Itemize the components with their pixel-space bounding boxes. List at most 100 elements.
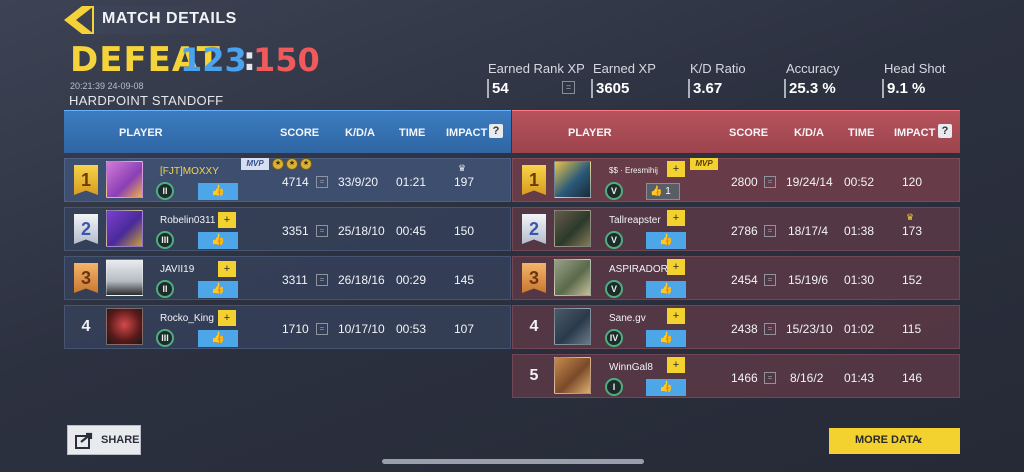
time-value: 01:30 — [844, 273, 875, 287]
rank-badge: 3 — [522, 263, 546, 293]
like-count: 1 — [665, 186, 671, 197]
avatar[interactable] — [554, 357, 591, 394]
impact-value: 120 — [902, 175, 923, 189]
home-indicator[interactable] — [382, 459, 644, 464]
like-button[interactable]: 👍 — [646, 232, 686, 249]
time-value: 01:02 — [844, 322, 875, 336]
player-name: Tallreapster — [609, 215, 661, 226]
add-friend-icon[interactable]: + — [218, 261, 236, 277]
impact-value: 152 — [902, 273, 923, 287]
time-value: 01:21 — [396, 175, 427, 189]
share-icon — [75, 432, 93, 449]
player-name: WinnGal8 — [609, 362, 653, 373]
impact-value: 115 — [902, 322, 922, 336]
player-name: JAVII19 — [160, 264, 195, 275]
rank-badge: 1 — [74, 165, 98, 195]
score-red-team: 150 — [253, 41, 320, 79]
avatar[interactable] — [106, 161, 143, 198]
like-button[interactable]: 👍 — [646, 281, 686, 298]
add-friend-icon[interactable]: + — [667, 357, 685, 373]
stat-label-earned-xp: Earned XP — [593, 61, 656, 76]
like-button[interactable]: 👍 — [198, 330, 238, 347]
more-data-label: MORE DATA — [855, 434, 920, 446]
like-button[interactable]: 👍 — [198, 281, 238, 298]
player-name: $$ · Eresmihij — [609, 166, 658, 175]
rank-level-icon: V — [605, 280, 623, 298]
equal-icon: = — [316, 323, 328, 335]
red-col-score: SCORE — [729, 127, 769, 139]
avatar[interactable] — [106, 210, 143, 247]
add-friend-icon[interactable]: + — [667, 259, 685, 275]
add-friend-icon[interactable]: + — [667, 210, 685, 226]
score-value: 4714 — [282, 175, 309, 189]
kda-value: 15/19/6 — [788, 273, 829, 287]
time-value: 00:45 — [396, 224, 427, 238]
impact-value: 145 — [454, 273, 475, 287]
stat-value-earned-xp: 3605 — [591, 79, 629, 98]
score-value: 2454 — [731, 273, 758, 287]
rank-badge: 1 — [522, 165, 546, 195]
kda-value: 25/18/10 — [338, 224, 385, 238]
rank-level-icon: IV — [605, 329, 623, 347]
player-name: Robelin0311 — [160, 215, 216, 226]
impact-value: 150 — [454, 224, 475, 238]
kda-value: 10/17/10 — [338, 322, 385, 336]
stat-value-accuracy: 25.3 % — [784, 79, 836, 98]
kda-value: 19/24/14 — [786, 175, 833, 189]
time-value: 01:43 — [844, 371, 875, 385]
add-friend-icon[interactable]: + — [667, 161, 685, 177]
score-value: 2786 — [731, 224, 758, 238]
equal-icon: = — [562, 81, 575, 94]
match-mode: HARDPOINT STANDOFF — [69, 93, 224, 108]
rank-level-icon: I — [605, 378, 623, 396]
mvp-badge: MVP — [241, 158, 269, 170]
add-friend-icon[interactable]: + — [667, 308, 685, 324]
score-value: 2438 — [731, 322, 758, 336]
stat-value-kd: 3.67 — [688, 79, 722, 98]
avatar[interactable] — [554, 210, 591, 247]
avatar[interactable] — [554, 308, 591, 345]
score-value: 2800 — [731, 175, 758, 189]
player-name: [FJT]MOXXY — [160, 166, 219, 177]
kda-value: 8/16/2 — [790, 371, 824, 385]
like-count-button[interactable]: 👍 1 — [646, 183, 680, 200]
red-col-kda: K/D/A — [794, 127, 824, 139]
back-arrow-icon[interactable] — [64, 6, 94, 34]
impact-value: 197 — [454, 175, 475, 189]
rank-number: 4 — [529, 318, 539, 335]
avatar[interactable] — [106, 259, 143, 296]
impact-value: 173 — [902, 224, 923, 238]
time-value: 00:29 — [396, 273, 427, 287]
red-impact-help-icon[interactable]: ? — [938, 124, 952, 138]
kda-value: 15/23/10 — [786, 322, 833, 336]
avatar[interactable] — [554, 259, 591, 296]
like-button[interactable]: 👍 — [646, 330, 686, 347]
blue-col-score: SCORE — [280, 127, 320, 139]
share-label: SHARE — [101, 434, 140, 446]
blue-col-impact: IMPACT — [446, 127, 488, 139]
medal-icon: ★ — [286, 158, 298, 170]
like-button[interactable]: 👍 — [198, 232, 238, 249]
blue-col-time: TIME — [399, 127, 426, 139]
impact-value: 146 — [902, 371, 923, 385]
equal-icon: = — [764, 274, 776, 286]
add-friend-icon[interactable]: + — [218, 212, 236, 228]
red-col-time: TIME — [848, 127, 875, 139]
avatar[interactable] — [106, 308, 143, 345]
add-friend-icon[interactable]: + — [218, 310, 236, 326]
like-button[interactable]: 👍 — [198, 183, 238, 200]
score-value: 1710 — [282, 322, 309, 336]
equal-icon: = — [316, 225, 328, 237]
page-title: MATCH DETAILS — [102, 10, 237, 27]
avatar[interactable] — [554, 161, 591, 198]
stat-value-rank-xp: 54 — [487, 79, 509, 98]
score-value: 1466 — [731, 371, 758, 385]
rank-number: 5 — [529, 367, 539, 384]
blue-col-kda: K/D/A — [345, 127, 375, 139]
blue-impact-help-icon[interactable]: ? — [489, 124, 503, 138]
stat-label-headshot: Head Shot — [884, 61, 946, 76]
stat-value-headshot: 9.1 % — [882, 79, 925, 98]
score-value: 3311 — [282, 273, 308, 287]
like-button[interactable]: 👍 — [646, 379, 686, 396]
red-col-player: PLAYER — [568, 127, 612, 139]
